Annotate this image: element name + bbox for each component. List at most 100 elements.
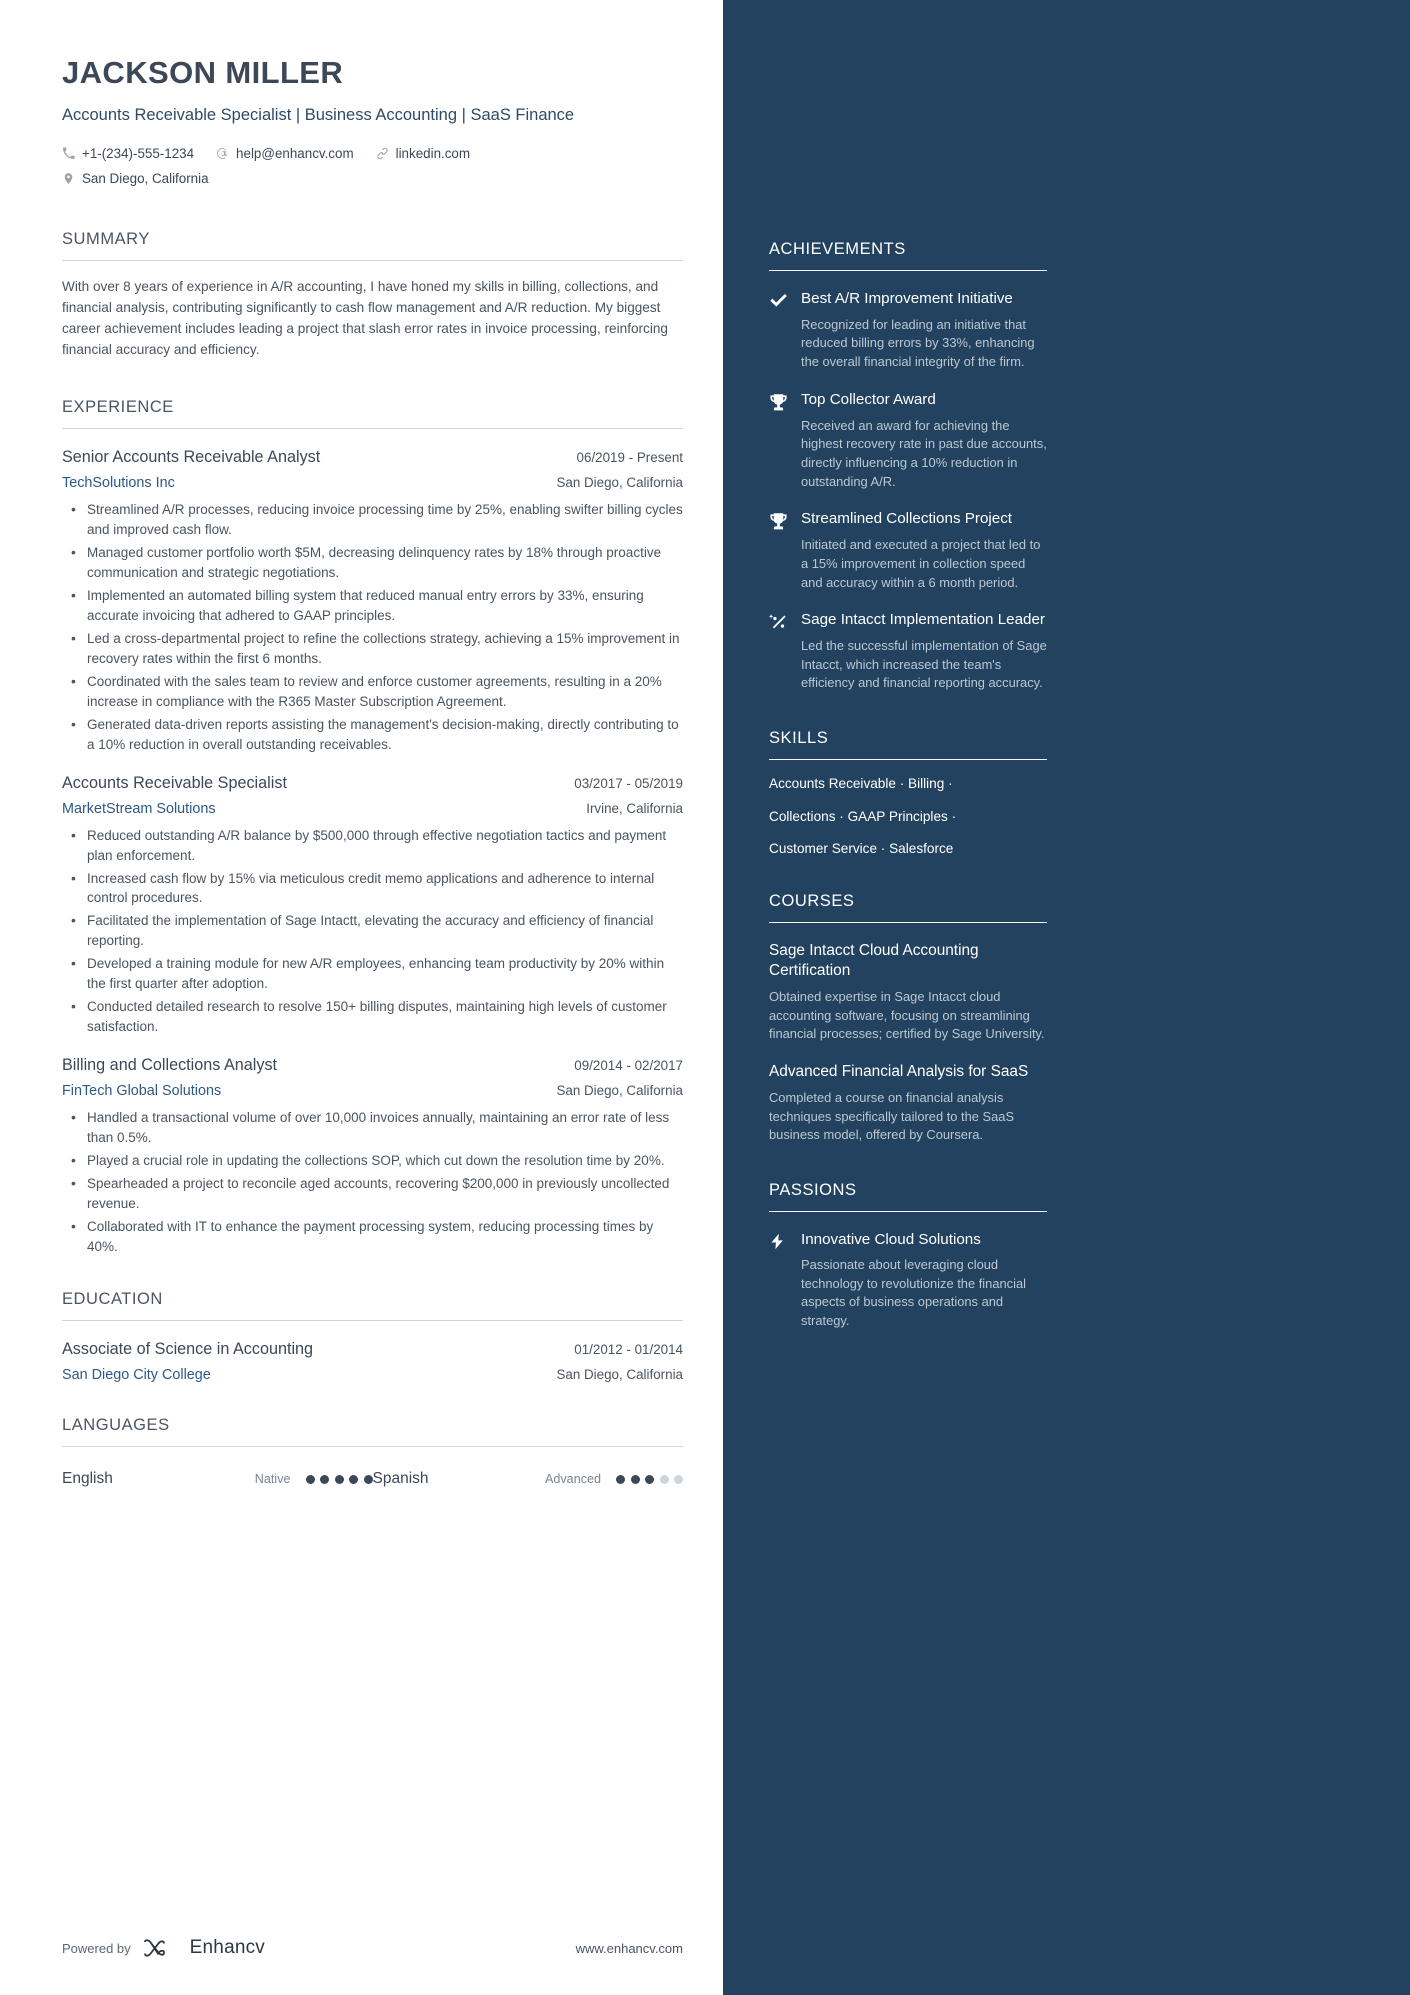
bullet-item: Increased cash flow by 15% via meticulou… <box>62 868 683 909</box>
main-column: JACKSON MILLER Accounts Receivable Speci… <box>0 0 723 1995</box>
language-item: Spanish Advanced <box>372 1470 683 1488</box>
entry-header: Associate of Science in Accounting 01/20… <box>62 1340 683 1359</box>
bullet-item: Conducted detailed research to resolve 1… <box>62 996 683 1037</box>
languages-row: English Native Spanish Advanced <box>62 1470 683 1488</box>
rating-dot <box>349 1474 358 1484</box>
language-name: Spanish <box>372 1470 429 1488</box>
summary-title: SUMMARY <box>62 229 150 248</box>
course-desc: Completed a course on financial analysis… <box>769 1090 1015 1143</box>
achievements-section: ACHIEVEMENTS Best A/R Improvement Initia… <box>769 240 1047 693</box>
contact-list: +1-(234)-555-1234 help@enhancv.com linke… <box>62 141 682 192</box>
experience-entry: Senior Accounts Receivable Analyst 06/20… <box>62 448 683 755</box>
summary-divider <box>62 259 683 261</box>
experience-section: EXPERIENCE Senior Accounts Receivable An… <box>62 398 683 1257</box>
job-role: Accounts Receivable Specialist <box>62 773 287 792</box>
job-role: Billing and Collections Analyst <box>62 1056 278 1075</box>
school-location: San Diego, California <box>556 1367 683 1383</box>
bullet-item: Facilitated the implementation of Sage I… <box>62 910 683 951</box>
contact-phone-text: +1-(234)-555-1234 <box>82 145 195 161</box>
course-desc: Obtained expertise in Sage Intacct cloud… <box>769 988 1045 1042</box>
achievement-title: Streamlined Collections Project <box>801 510 1013 528</box>
bullet-item: Streamlined A/R processes, reducing invo… <box>62 499 683 540</box>
candidate-headline: Accounts Receivable Specialist | Busines… <box>62 106 575 124</box>
bullet-item: Developed a training module for new A/R … <box>62 953 683 994</box>
bullet-item: Collaborated with IT to enhance the paym… <box>62 1216 683 1257</box>
experience-divider <box>62 427 683 429</box>
summary-section: SUMMARY With over 8 years of experience … <box>62 230 683 360</box>
job-company: TechSolutions Inc <box>62 474 175 491</box>
passions-divider <box>769 1211 1047 1213</box>
rating-dot <box>645 1474 654 1484</box>
course-item: Sage Intacct Cloud Accounting Certificat… <box>769 941 1047 1044</box>
entry-header: Accounts Receivable Specialist 03/2017 -… <box>62 774 683 793</box>
check-icon <box>769 292 788 372</box>
summary-text: With over 8 years of experience in A/R a… <box>62 278 668 357</box>
bullet-item: Coordinated with the sales team to revie… <box>62 671 683 712</box>
achievement-item: Sage Intacct Implementation Leader Led t… <box>769 610 1047 693</box>
achievement-item: Top Collector Award Received an award fo… <box>769 390 1047 492</box>
languages-divider <box>62 1446 683 1448</box>
education-title: EDUCATION <box>62 1290 163 1309</box>
bullet-item: Spearheaded a project to reconcile aged … <box>62 1173 683 1214</box>
rating-dot <box>674 1474 683 1484</box>
entry-subheader: San Diego City College San Diego, Califo… <box>62 1367 683 1383</box>
achievement-desc: Led the successful implementation of Sag… <box>801 638 1047 691</box>
courses-section: COURSES Sage Intacct Cloud Accounting Ce… <box>769 892 1047 1145</box>
resume-page: JACKSON MILLER Accounts Receivable Speci… <box>0 0 1410 1995</box>
passion-title: Innovative Cloud Solutions <box>801 1231 981 1249</box>
job-date: 09/2014 - 02/2017 <box>574 1058 683 1074</box>
language-rating <box>305 1474 373 1484</box>
skills-divider <box>769 759 1047 761</box>
skill-line: Collections · GAAP Principles · <box>769 808 957 824</box>
powered-by-block: Powered by Enhancv <box>62 1937 265 1959</box>
achievement-body: Sage Intacct Implementation Leader Led t… <box>801 610 1047 693</box>
rating-dot <box>305 1474 315 1484</box>
achievement-body: Best A/R Improvement Initiative Recogniz… <box>801 289 1047 372</box>
languages-title: LANGUAGES <box>62 1416 170 1435</box>
sidebar-inner: ACHIEVEMENTS Best A/R Improvement Initia… <box>769 240 1047 1331</box>
job-date: 06/2019 - Present <box>576 449 683 465</box>
achievement-desc: Recognized for leading an initiative tha… <box>801 316 1035 370</box>
sparkle-chart-icon <box>769 613 788 693</box>
contact-location: San Diego, California <box>62 166 682 191</box>
job-company: MarketStream Solutions <box>62 800 216 817</box>
experience-title: EXPERIENCE <box>62 397 174 416</box>
language-level: Advanced <box>544 1472 601 1487</box>
rating-dot <box>616 1474 625 1484</box>
contact-email[interactable]: help@enhancv.com <box>216 141 354 166</box>
language-rating <box>616 1474 683 1484</box>
rating-dot <box>320 1474 329 1484</box>
achievement-desc: Initiated and executed a project that le… <box>801 537 1041 590</box>
phone-icon <box>62 147 75 159</box>
link-icon <box>376 147 388 160</box>
entry-header: Senior Accounts Receivable Analyst 06/20… <box>62 448 683 467</box>
education-entry: Associate of Science in Accounting 01/20… <box>62 1340 683 1383</box>
contact-location-text: San Diego, California <box>82 171 209 187</box>
trophy-icon <box>769 393 788 492</box>
footer-website[interactable]: www.enhancv.com <box>576 1941 683 1956</box>
contact-linkedin[interactable]: linkedin.com <box>376 141 470 166</box>
course-title: Advanced Financial Analysis for SaaS <box>769 1063 1029 1081</box>
bolt-icon <box>769 1232 788 1331</box>
languages-section: LANGUAGES English Native Spanish Advance… <box>62 1416 683 1488</box>
brand-block: Enhancv <box>143 1937 265 1959</box>
job-role: Senior Accounts Receivable Analyst <box>62 447 321 466</box>
brand-name: Enhancv <box>189 1937 265 1958</box>
achievement-item: Best A/R Improvement Initiative Recogniz… <box>769 289 1047 372</box>
entry-header: Billing and Collections Analyst 09/2014 … <box>62 1056 683 1075</box>
degree-date: 01/2012 - 01/2014 <box>574 1342 683 1358</box>
skills-list: Accounts Receivable · Billing · Collecti… <box>769 777 1047 856</box>
bullet-item: Led a cross-departmental project to refi… <box>62 628 683 669</box>
contact-phone[interactable]: +1-(234)-555-1234 <box>62 141 194 166</box>
skills-section: SKILLS Accounts Receivable · Billing · C… <box>769 729 1047 856</box>
rating-dot <box>659 1474 669 1484</box>
job-location: San Diego, California <box>556 1083 683 1099</box>
skills-title: SKILLS <box>769 729 829 748</box>
experience-entry: Billing and Collections Analyst 09/2014 … <box>62 1056 683 1257</box>
achievement-body: Top Collector Award Received an award fo… <box>801 390 1047 492</box>
passion-desc: Passionate about leveraging cloud techno… <box>801 1256 1027 1329</box>
courses-divider <box>769 921 1047 923</box>
rating-dot <box>334 1474 344 1484</box>
passions-section: PASSIONS Innovative Cloud Solutions Pass… <box>769 1181 1047 1331</box>
entry-subheader: TechSolutions Inc San Diego, California <box>62 475 683 491</box>
